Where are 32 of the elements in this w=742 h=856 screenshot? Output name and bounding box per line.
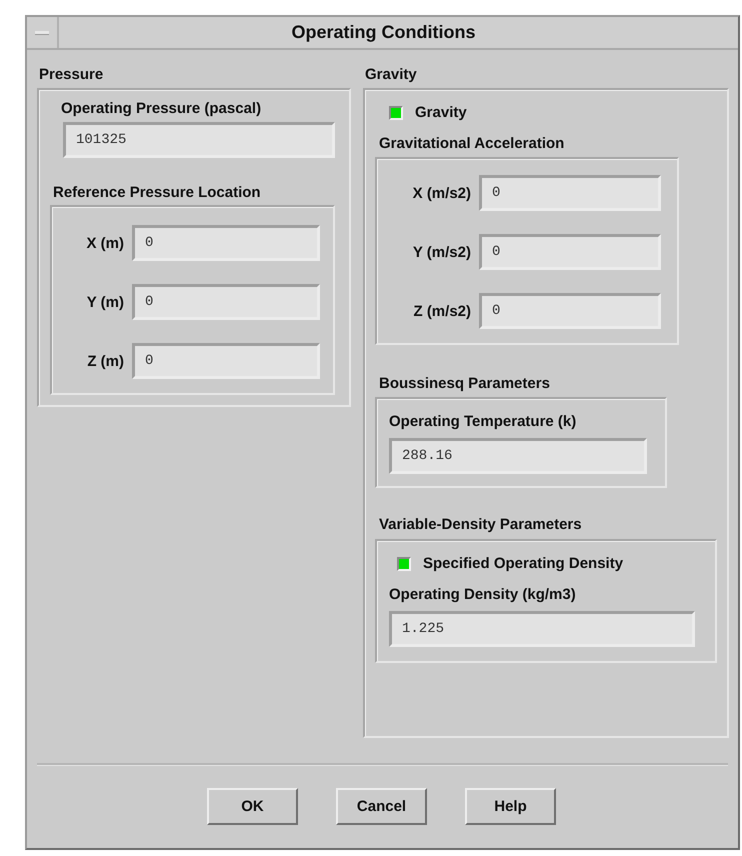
checkbox-label: Gravity xyxy=(415,104,467,121)
checkbox[interactable] xyxy=(389,106,403,120)
group-heading: Gravitational Acceleration xyxy=(379,135,566,152)
field-label: Z (m) xyxy=(86,352,124,370)
group-heading: Reference Pressure Location xyxy=(53,184,262,201)
field-label: X (m/s2) xyxy=(412,184,471,202)
field-label: Z (m/s2) xyxy=(412,302,471,320)
field-label: X (m) xyxy=(86,234,124,252)
input-field[interactable]: 101325 xyxy=(63,122,335,158)
input-field[interactable]: 0 xyxy=(479,175,661,211)
input-field[interactable]: 0 xyxy=(132,343,320,379)
checkbox[interactable] xyxy=(397,556,411,570)
checkbox-label: Specified Operating Density xyxy=(423,555,624,572)
ok-button[interactable]: OK xyxy=(207,788,298,825)
field-label: Operating Density (kg/m3) xyxy=(389,586,577,603)
field-label: Y (m/s2) xyxy=(412,244,471,260)
group-heading: Variable-Density Parameters xyxy=(379,516,583,533)
field-label: Operating Temperature (k) xyxy=(389,413,578,430)
input-field[interactable]: 0 xyxy=(132,225,320,261)
field-label: Operating Pressure (pascal) xyxy=(61,100,262,117)
input-field[interactable]: 1.225 xyxy=(389,611,695,647)
help-button[interactable]: Help xyxy=(465,788,556,825)
cancel-button[interactable]: Cancel xyxy=(336,788,427,825)
section-heading: Gravity xyxy=(365,66,418,83)
input-field[interactable]: 0 xyxy=(479,293,661,329)
input-field[interactable]: 288.16 xyxy=(389,438,647,474)
input-field[interactable]: 0 xyxy=(479,234,661,270)
section-heading: Pressure xyxy=(39,66,104,83)
input-field[interactable]: 0 xyxy=(132,284,320,320)
field-label: Y (m) xyxy=(86,294,124,310)
group-heading: Boussinesq Parameters xyxy=(379,375,551,392)
window-title: Operating Conditions xyxy=(290,22,476,43)
